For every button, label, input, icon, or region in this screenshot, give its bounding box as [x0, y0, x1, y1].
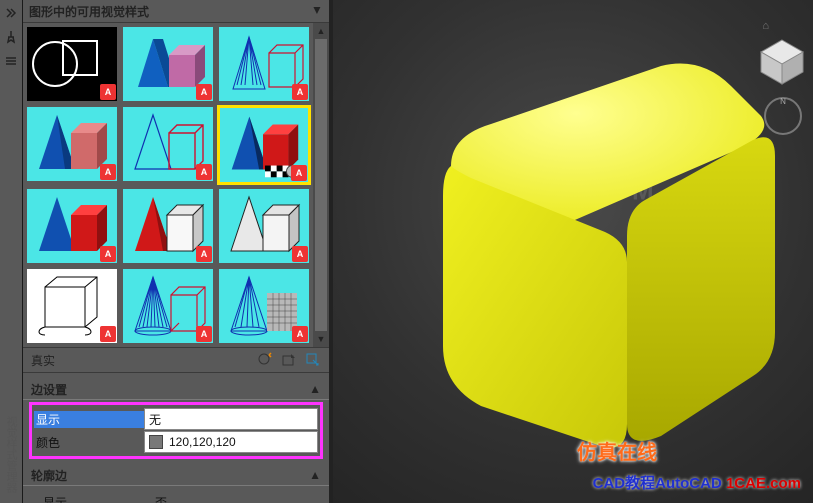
app-root: 视觉样式管理器 图形中的可用视觉样式 ▲ A — [0, 0, 813, 503]
autocad-badge-icon: A — [291, 165, 307, 181]
autocad-badge-icon: A — [292, 84, 308, 100]
autocad-badge-icon: A — [196, 246, 212, 262]
apply-style-icon[interactable] — [281, 352, 297, 368]
overlay-brand-tag: 仿真在线 — [577, 436, 657, 465]
thumbnails-area: A A — [23, 23, 329, 348]
style-thumb-conceptual[interactable]: A — [121, 25, 215, 103]
style-thumb-hidden[interactable]: A — [217, 25, 311, 103]
palette-toolstrip: 视觉样式管理器 — [0, 0, 23, 503]
edge-color-value: 120,120,120 — [169, 435, 236, 449]
autocad-badge-icon: A — [100, 84, 116, 100]
style-thumb-realistic[interactable]: A — [217, 105, 311, 185]
autocad-badge-icon: A — [100, 326, 116, 342]
style-thumb-wire2[interactable]: A — [121, 267, 215, 345]
overlay-link-1: CAD教程 — [593, 475, 656, 492]
edge-display-value: 无 — [149, 411, 161, 428]
grid-scrollbar[interactable]: ▲ ▼ — [313, 23, 329, 347]
new-style-icon[interactable] — [257, 352, 273, 368]
silhouette-display-value: 否 — [155, 494, 167, 503]
overlay-link-3: 1CAE.com — [726, 475, 801, 492]
panel-header[interactable]: 图形中的可用视觉样式 ▲ — [23, 0, 329, 23]
style-thumb-gray[interactable]: A — [217, 187, 311, 265]
edge-color-label: 颜色 — [34, 434, 144, 451]
autocad-badge-icon: A — [196, 326, 212, 342]
autocad-badge-icon: A — [196, 84, 212, 100]
overlay-link-2: AutoCAD — [655, 475, 722, 492]
color-swatch-icon — [149, 435, 163, 449]
style-grid: A A — [23, 23, 313, 347]
autocad-badge-icon: A — [292, 326, 308, 342]
palette-vertical-label: 视觉样式管理器 — [3, 416, 19, 493]
model-box — [361, 36, 781, 456]
menu-icon[interactable] — [2, 52, 20, 70]
edge-display-label[interactable]: 显示 — [34, 411, 144, 428]
autocad-badge-icon: A — [292, 246, 308, 262]
style-thumb-shaded-edges[interactable]: A — [121, 105, 215, 183]
viewcube[interactable] — [755, 34, 809, 88]
viewport-3d[interactable]: 1CAE.COM — [333, 0, 813, 503]
scroll-up-icon[interactable]: ▲ — [313, 23, 329, 39]
autocad-badge-icon: A — [196, 164, 212, 180]
compass-n-label: N — [780, 97, 786, 106]
silhouette-display-row: 显示 否 — [41, 491, 319, 503]
edge-color-row: 颜色 120,120,120 — [34, 431, 318, 453]
edge-display-dropdown[interactable]: 无 — [144, 408, 318, 430]
properties-area: 边设置 ▲ 显示 无 颜色 120,120,120 — [23, 373, 329, 503]
silhouette-section-header[interactable]: 轮廓边 ▲ — [23, 465, 329, 486]
edge-section-header[interactable]: 边设置 ▲ — [23, 379, 329, 400]
edge-section: 边设置 ▲ 显示 无 颜色 120,120,120 — [23, 379, 329, 459]
export-style-icon[interactable] — [305, 352, 321, 368]
style-thumb-sketch[interactable]: A — [25, 267, 119, 345]
style-thumb-wire3[interactable]: A — [217, 267, 311, 345]
edge-display-row: 显示 无 — [34, 408, 318, 430]
silhouette-section: 轮廓边 ▲ 显示 否 — [23, 465, 329, 503]
silhouette-section-title: 轮廓边 — [31, 467, 67, 484]
edge-color-field[interactable]: 120,120,120 — [144, 431, 318, 453]
autocad-badge-icon: A — [100, 246, 116, 262]
chevron-up-icon[interactable]: ▲ — [309, 468, 321, 482]
overlay-link-text: CAD教程AutoCAD 1CAE.com — [593, 472, 801, 493]
style-thumb-sketchy[interactable]: A — [121, 187, 215, 265]
panel-title: 图形中的可用视觉样式 — [29, 3, 149, 20]
visual-styles-panel: 图形中的可用视觉样式 ▲ A — [23, 0, 333, 503]
style-thumb-shaded[interactable]: A — [25, 105, 119, 183]
compass-ring[interactable]: N — [761, 94, 805, 138]
selected-style-name: 真实 — [31, 352, 55, 369]
viewcube-home-icon[interactable]: ⌂ — [762, 20, 769, 32]
selected-style-row: 真实 — [23, 348, 329, 373]
autocad-badge-icon: A — [100, 164, 116, 180]
scroll-thumb[interactable] — [315, 39, 327, 331]
expand-icon[interactable] — [2, 4, 20, 22]
edge-section-title: 边设置 — [31, 381, 67, 398]
highlight-box: 显示 无 颜色 120,120,120 — [29, 402, 323, 459]
silhouette-display-label: 显示 — [41, 494, 151, 503]
chevron-up-icon[interactable]: ▲ — [309, 382, 321, 396]
style-thumb-xray[interactable]: A — [25, 187, 119, 265]
style-thumb-2dwire[interactable]: A — [25, 25, 119, 103]
pin-icon[interactable] — [2, 28, 20, 46]
silhouette-display-dropdown[interactable]: 否 — [151, 492, 319, 503]
scroll-down-icon[interactable]: ▼ — [313, 331, 329, 347]
collapse-icon[interactable]: ▲ — [311, 4, 323, 18]
